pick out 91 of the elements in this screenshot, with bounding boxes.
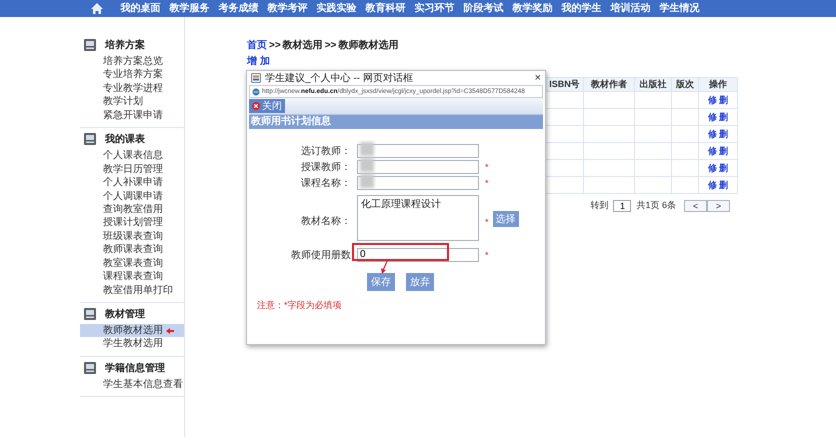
field-label: 教材名称： [300,214,351,228]
section-title: 教材管理 [105,308,145,321]
nav-item[interactable]: 我的学生 [557,0,606,17]
action-link[interactable]: 修 [708,112,717,122]
action-link[interactable]: 删 [719,146,728,156]
sidebar-item[interactable]: 专业培养方案 [103,68,163,82]
nav-item[interactable]: 教学服务 [165,0,214,17]
field-label: 选订教师： [300,144,351,158]
page-icon [251,73,261,83]
input-field[interactable] [357,176,479,190]
required-mark: * [485,178,489,188]
sidebar-item[interactable]: 个人课表信息 [103,149,163,163]
action-link[interactable]: 修 [708,128,717,138]
close-icon [252,102,260,110]
nav-item[interactable]: 培训活动 [606,0,655,17]
action-link[interactable]: 删 [719,162,728,172]
sidebar-item[interactable]: 学生教材选用 [103,337,163,351]
breadcrumb-text: 教材选用 [282,38,323,52]
sidebar-item[interactable]: 教学日历管理 [103,162,163,176]
field-label: 教师使用册数 [290,249,351,262]
input-field[interactable]: 0 [357,248,479,262]
sidebar-item[interactable]: 教室借用单打印 [103,284,173,298]
section-icon [84,133,96,146]
nav-item[interactable]: 教育科研 [361,0,410,17]
nav-item[interactable]: 教学考评 [263,0,312,17]
next-button[interactable]: > [707,200,730,212]
action-link[interactable]: 删 [719,94,728,104]
sidebar-item[interactable]: 个人补课申请 [103,176,163,190]
action-link[interactable]: 删 [719,112,728,122]
nav-item[interactable]: 我的桌面 [116,0,165,17]
section-title: 我的课表 [105,132,145,146]
column-header: 出版社 [634,78,672,92]
input-field[interactable] [357,160,479,174]
nav-item[interactable]: 实践实验 [312,0,361,17]
close-button[interactable]: 关闭 [249,99,285,113]
section-title: 学籍信息管理 [105,362,165,375]
section-header: 教师用书计划信息 [249,115,543,129]
nav-item[interactable]: 考务成绩 [214,0,263,17]
sidebar-item[interactable]: 班级课表查询 [103,230,163,244]
field-label: 授课教师： [300,161,351,174]
action-link[interactable]: 修 [708,180,717,190]
required-note: 注意：*字段为必填项 [257,299,343,312]
sidebar-item[interactable]: 教学计划 [103,95,143,109]
sidebar-item[interactable]: 教师课表查询 [103,243,163,257]
column-header: ISBN号 [546,78,584,92]
section-icon [84,308,96,320]
text-area[interactable]: 化工原理课程设计 [357,195,479,241]
required-mark: * [485,162,489,172]
sidebar-item[interactable]: 学生基本信息查看 [103,378,183,392]
action-link[interactable]: 删 [719,180,728,190]
home-icon[interactable] [91,3,103,14]
sidebar-item[interactable]: 培养方案总览 [103,55,163,68]
page-input[interactable]: 1 [613,200,632,212]
add-link[interactable]: 增 加 [247,54,270,68]
required-mark: * [485,250,489,260]
nav-item[interactable]: 阶段考试 [459,0,508,17]
required-mark: * [485,217,489,227]
section-icon [84,362,96,374]
sidebar-item[interactable]: 课程课表查询 [103,270,163,284]
sidebar-item[interactable]: 查询教室借用 [103,202,163,216]
section-icon [84,39,96,51]
action-link[interactable]: 删 [719,128,728,138]
window-title: 学生建议_个人中心 -- 网页对话框 [265,72,414,85]
action-link[interactable]: 修 [708,146,717,156]
sidebar-item[interactable]: 教室课表查询 [103,256,163,270]
breadcrumb-separator: >> [269,40,281,50]
sidebar-item[interactable]: 授课计划管理 [103,216,163,230]
action-link[interactable]: 修 [708,94,717,104]
action-link[interactable]: 修 [708,162,717,172]
arrow-icon [166,328,174,334]
section-title: 培养方案 [105,38,145,52]
column-header: 版次 [672,78,698,92]
breadcrumb-text: 教师教材选用 [338,38,398,52]
arrow-icon [380,260,388,274]
prev-button[interactable]: < [684,200,707,212]
column-header: 教材作者 [584,78,634,92]
breadcrumb-separator: >> [324,40,336,50]
column-header: 操作 [698,78,738,92]
field-label: 课程名称： [300,177,351,190]
sidebar-item[interactable]: 专业教学进程 [103,82,163,96]
nav-item[interactable]: 教学奖励 [508,0,557,17]
nav-item[interactable]: 实习环节 [410,0,459,17]
input-field[interactable] [357,144,479,158]
goto-label: 转到 [590,199,608,212]
nav-item[interactable]: 学生情况 [655,0,704,17]
page-summary: 共1页 6条 [636,199,676,212]
breadcrumb-link[interactable]: 首页 [247,38,267,52]
sidebar-item[interactable]: 紧急开课申请 [103,108,163,122]
close-button[interactable]: × [534,72,541,84]
sidebar-item[interactable]: 个人调课申请 [103,190,163,203]
browser-icon [252,88,260,96]
